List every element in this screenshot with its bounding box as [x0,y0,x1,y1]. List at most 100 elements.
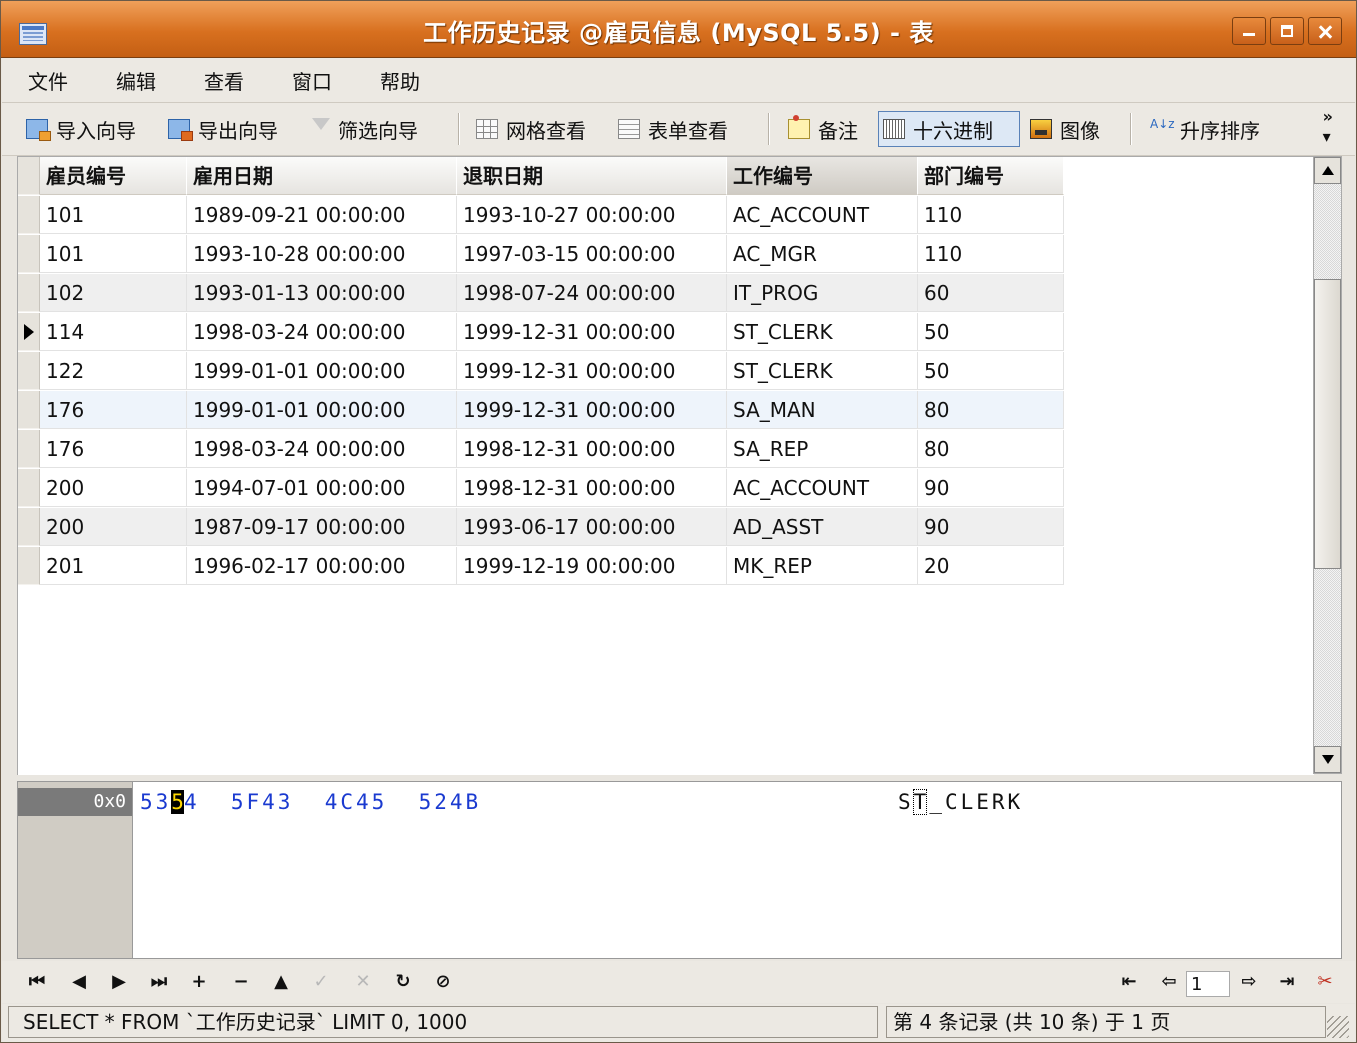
add-record-icon[interactable]: + [186,969,212,995]
cell-hire-date[interactable]: 1993-10-28 00:00:00 [187,235,457,273]
cell-end-date[interactable]: 1999-12-31 00:00:00 [457,391,727,429]
ascii-cursor[interactable]: T [912,789,928,815]
table-row[interactable]: 200 1994-07-01 00:00:00 1998-12-31 00:00… [18,469,1064,508]
image-button[interactable]: 图像 [1026,111,1104,147]
cell-job-id[interactable]: AC_MGR [727,235,918,273]
cell-employee-id[interactable]: 102 [40,274,187,312]
cell-hire-date[interactable]: 1996-02-17 00:00:00 [187,547,457,585]
cell-job-id[interactable]: ST_CLERK [727,313,918,351]
column-header[interactable]: 雇用日期 [187,157,457,195]
row-selector[interactable] [18,430,40,468]
table-row[interactable]: 176 1998-03-24 00:00:00 1998-12-31 00:00… [18,430,1064,469]
column-header[interactable]: 工作编号 [727,157,918,195]
row-selector[interactable] [18,469,40,507]
cell-end-date[interactable]: 1993-10-27 00:00:00 [457,196,727,234]
cell-employee-id[interactable]: 200 [40,469,187,507]
cell-department-id[interactable]: 90 [918,508,1064,546]
cell-department-id[interactable]: 80 [918,391,1064,429]
next-record-icon[interactable]: ▶ [106,969,132,995]
menu-edit[interactable]: 编辑 [90,66,178,95]
cell-job-id[interactable]: SA_REP [727,430,918,468]
sort-ascending-button[interactable]: A↓z 升序排序 [1146,111,1264,147]
last-page-icon[interactable]: ⇥ [1274,969,1300,995]
cell-job-id[interactable]: IT_PROG [727,274,918,312]
maximize-button[interactable] [1270,17,1304,45]
column-header[interactable]: 雇员编号 [40,157,187,195]
cell-end-date[interactable]: 1999-12-19 00:00:00 [457,547,727,585]
scroll-up-icon[interactable] [1314,157,1341,184]
cell-hire-date[interactable]: 1999-01-01 00:00:00 [187,391,457,429]
cell-end-date[interactable]: 1999-12-31 00:00:00 [457,352,727,390]
row-selector[interactable] [18,508,40,546]
next-page-icon[interactable]: ⇨ [1236,969,1262,995]
cell-end-date[interactable]: 1998-12-31 00:00:00 [457,469,727,507]
row-selector[interactable] [18,352,40,390]
menu-file[interactable]: 文件 [2,66,90,95]
discard-changes-icon[interactable]: ✕ [350,969,376,995]
cell-department-id[interactable]: 50 [918,313,1064,351]
scrollbar-thumb[interactable] [1314,279,1341,569]
table-row[interactable]: 101 1989-09-21 00:00:00 1993-10-27 00:00… [18,196,1064,235]
form-view-button[interactable]: 表单查看 [614,111,732,147]
page-number-input[interactable]: 1 [1186,971,1230,997]
cell-hire-date[interactable]: 1994-07-01 00:00:00 [187,469,457,507]
table-row[interactable]: 102 1993-01-13 00:00:00 1998-07-24 00:00… [18,274,1064,313]
apply-changes-icon[interactable]: ✓ [308,969,334,995]
cell-job-id[interactable]: ST_CLERK [727,352,918,390]
refresh-icon[interactable]: ↻ [390,969,416,995]
cell-hire-date[interactable]: 1989-09-21 00:00:00 [187,196,457,234]
export-wizard-button[interactable]: 导出向导 [164,111,282,147]
resize-grip-icon[interactable] [1327,1016,1349,1038]
menu-view[interactable]: 查看 [178,66,266,95]
cell-end-date[interactable]: 1998-12-31 00:00:00 [457,430,727,468]
minimize-button[interactable] [1232,17,1266,45]
table-row[interactable]: 200 1987-09-17 00:00:00 1993-06-17 00:00… [18,508,1064,547]
cell-end-date[interactable]: 1998-07-24 00:00:00 [457,274,727,312]
cell-department-id[interactable]: 110 [918,235,1064,273]
previous-record-icon[interactable]: ◀ [66,969,92,995]
cell-job-id[interactable]: MK_REP [727,547,918,585]
cell-employee-id[interactable]: 201 [40,547,187,585]
hex-button[interactable]: 十六进制 [878,111,1020,147]
move-up-icon[interactable]: ▲ [268,969,294,995]
first-page-icon[interactable]: ⇤ [1116,969,1142,995]
menu-window[interactable]: 窗口 [266,66,354,95]
column-header[interactable]: 部门编号 [918,157,1064,195]
row-selector[interactable] [18,547,40,585]
stop-icon[interactable]: ⊘ [430,969,456,995]
hex-bytes[interactable]: 5354 5F43 4C45 524B [140,788,481,816]
cell-employee-id[interactable]: 176 [40,391,187,429]
row-selector[interactable] [18,274,40,312]
table-row[interactable]: 176 1999-01-01 00:00:00 1999-12-31 00:00… [18,391,1064,430]
table-row[interactable]: 201 1996-02-17 00:00:00 1999-12-19 00:00… [18,547,1064,586]
cell-employee-id[interactable]: 176 [40,430,187,468]
cell-employee-id[interactable]: 101 [40,235,187,273]
row-selector[interactable] [18,196,40,234]
previous-page-icon[interactable]: ⇦ [1156,969,1182,995]
menu-help[interactable]: 帮助 [354,66,442,95]
cell-employee-id[interactable]: 200 [40,508,187,546]
table-row[interactable]: 122 1999-01-01 00:00:00 1999-12-31 00:00… [18,352,1064,391]
scroll-down-icon[interactable] [1314,746,1341,773]
cell-hire-date[interactable]: 1987-09-17 00:00:00 [187,508,457,546]
vertical-scrollbar[interactable] [1313,156,1342,774]
cell-hire-date[interactable]: 1993-01-13 00:00:00 [187,274,457,312]
row-selector[interactable] [18,391,40,429]
cell-job-id[interactable]: AD_ASST [727,508,918,546]
page-settings-icon[interactable]: ✂ [1312,969,1338,995]
cell-employee-id[interactable]: 122 [40,352,187,390]
cell-job-id[interactable]: AC_ACCOUNT [727,469,918,507]
table-row-current[interactable]: 114 1998-03-24 00:00:00 1999-12-31 00:00… [18,313,1064,352]
toolbar-overflow-icon[interactable]: » ▾ [1323,107,1333,147]
data-grid[interactable]: 雇员编号 雇用日期 退职日期 工作编号 部门编号 101 1989-09-21 … [17,156,1314,775]
import-wizard-button[interactable]: 导入向导 [22,111,140,147]
cell-hire-date[interactable]: 1998-03-24 00:00:00 [187,313,457,351]
cell-end-date[interactable]: 1999-12-31 00:00:00 [457,313,727,351]
title-bar[interactable]: 工作历史记录 @雇员信息 (MySQL 5.5) - 表 [1,1,1356,58]
grid-view-button[interactable]: 网格查看 [472,111,590,147]
column-header[interactable]: 退职日期 [457,157,727,195]
cell-end-date[interactable]: 1993-06-17 00:00:00 [457,508,727,546]
current-row-indicator-icon[interactable] [18,313,40,351]
delete-record-icon[interactable]: − [228,969,254,995]
hex-cursor[interactable]: 5 [171,790,184,814]
